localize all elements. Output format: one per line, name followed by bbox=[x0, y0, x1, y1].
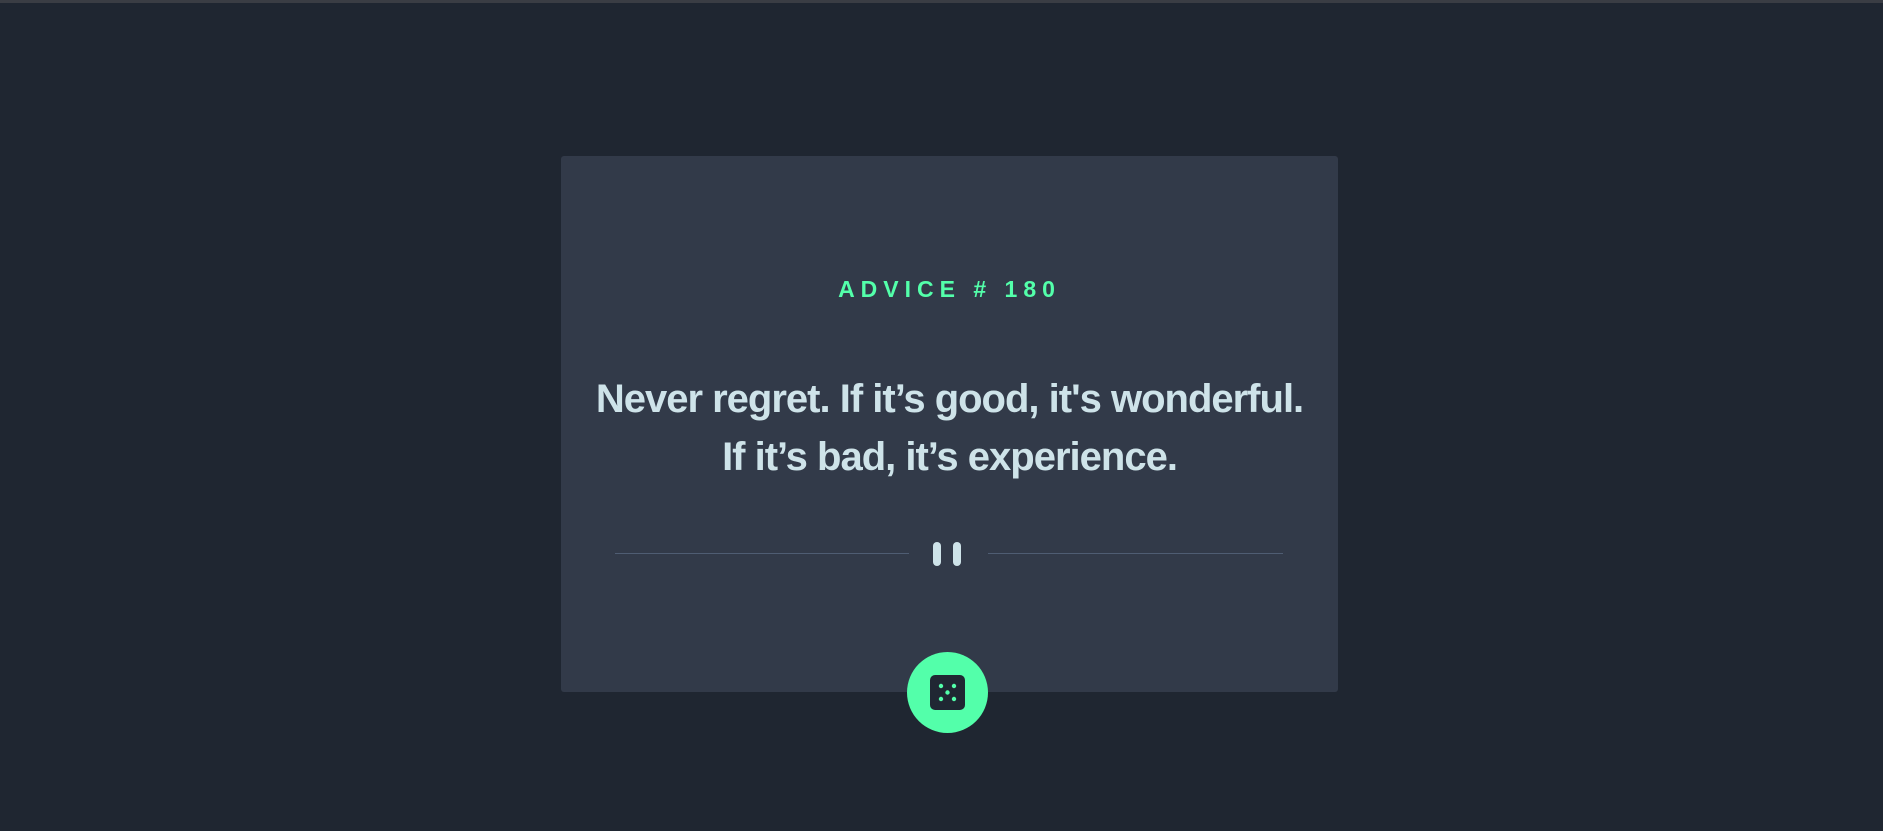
divider bbox=[615, 542, 1283, 566]
dice-icon bbox=[930, 675, 965, 710]
generate-advice-button[interactable] bbox=[907, 652, 988, 733]
pause-bar-left bbox=[933, 542, 941, 566]
advice-id-label: ADVICE # 180 bbox=[838, 276, 1061, 302]
window-top-border bbox=[0, 0, 1883, 3]
advice-quote: Never regret. If it’s good, it's wonderf… bbox=[595, 377, 1304, 479]
divider-line-left bbox=[615, 553, 909, 554]
pause-bar-right bbox=[953, 542, 961, 566]
pause-icon bbox=[933, 542, 963, 566]
divider-line-right bbox=[988, 553, 1283, 554]
advice-card: ADVICE # 180 Never regret. If it’s good,… bbox=[561, 156, 1338, 692]
